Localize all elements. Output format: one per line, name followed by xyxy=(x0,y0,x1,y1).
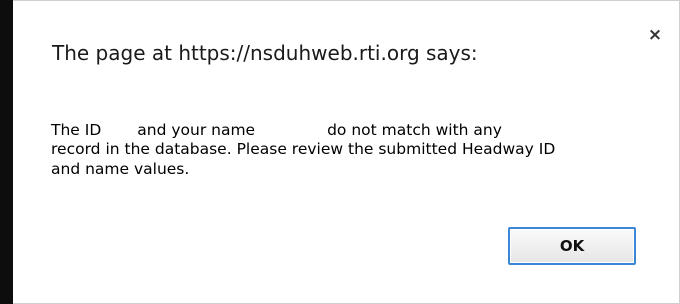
blank-box xyxy=(189,159,230,177)
background-window-edge xyxy=(0,0,13,304)
close-icon[interactable]: × xyxy=(645,25,665,45)
message-text-id: The ID xyxy=(51,121,102,139)
message-line-1: The ID and your name do not match with any xyxy=(51,121,651,140)
message-line-2: record in the database. Please review th… xyxy=(51,140,556,158)
dialog-title: The page at https://nsduhweb.rti.org say… xyxy=(52,41,478,65)
ok-button[interactable]: OK xyxy=(508,227,636,265)
screen: The page at https://nsduhweb.rti.org say… xyxy=(0,0,680,304)
message-text-name: and your name xyxy=(137,121,256,139)
message-line-3: and name values. xyxy=(51,159,651,179)
alert-dialog: The page at https://nsduhweb.rti.org say… xyxy=(13,0,680,304)
message-text-values: and name values. xyxy=(51,160,190,178)
message-text-mismatch: do not match with any xyxy=(327,121,502,139)
dialog-message: The ID and your name do not match with any… xyxy=(51,121,651,179)
